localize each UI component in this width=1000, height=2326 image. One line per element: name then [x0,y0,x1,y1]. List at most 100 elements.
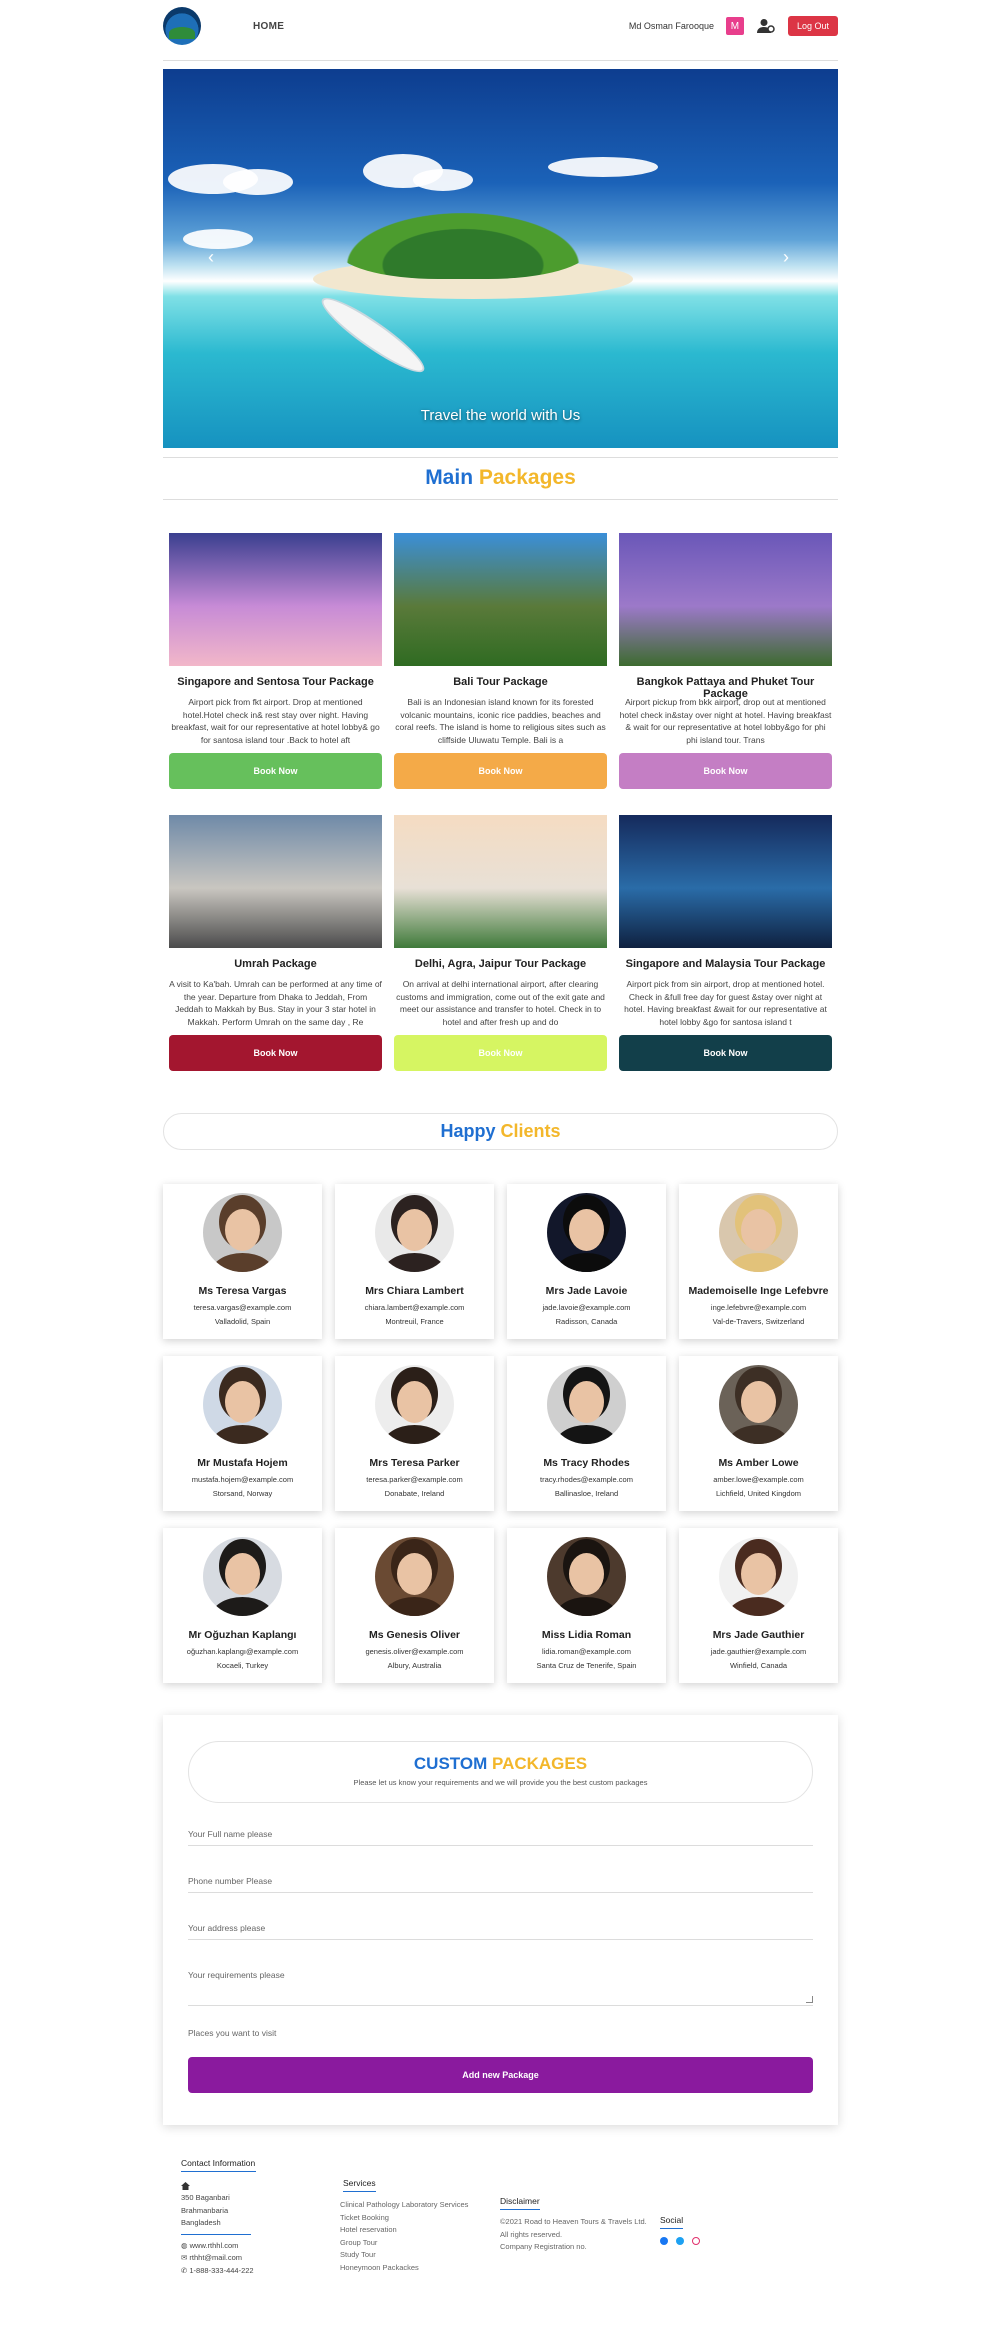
book-now-button[interactable]: Book Now [619,753,832,789]
package-image [169,533,382,666]
client-avatar-body [211,1597,274,1616]
client-avatar-body [727,1425,790,1444]
package-description: Bali is an Indonesian island known for i… [395,697,606,745]
cloud-shape [183,229,253,249]
client-location: Lichfield, United Kingdom [715,1489,802,1498]
client-avatar-face [225,1553,260,1595]
email-link[interactable]: rthht@mail.com [189,2253,242,2262]
resize-handle[interactable] [806,1996,813,2003]
book-now-button[interactable]: Book Now [169,1035,382,1071]
footer-contact: Contact Information 350 Baganbari Brahma… [181,2158,271,2277]
client-avatar-body [383,1425,446,1444]
form-title-part1: CUSTOM [413,1754,488,1773]
logout-button[interactable]: Log Out [787,16,838,36]
client-card: Mrs Chiara Lambert chiara.lambert@example… [335,1184,494,1339]
package-image [619,533,832,666]
package-card: Singapore and Sentosa Tour Package Airpor… [169,533,382,789]
client-email: oğuzhan.kaplangı@example.com [186,1647,299,1656]
package-card: Singapore and Malaysia Tour Package Airpo… [619,815,832,1071]
facebook-icon[interactable] [660,2237,668,2245]
nav-home-link[interactable]: HOME [253,21,284,32]
client-avatar-face [741,1209,776,1251]
website-link[interactable]: www.rthhl.com [190,2241,239,2250]
package-description: A visit to Ka'bah. Umrah can be performe… [169,979,382,1027]
package-description: On arrival at delhi international airpor… [396,979,605,1027]
package-description: Airport pickup from bkk airport, drop ou… [619,697,832,745]
full-name-input[interactable]: Your Full name please [188,1829,813,1846]
carousel-prev-button[interactable]: ‹ [208,247,214,268]
places-input[interactable]: Places you want to visit [188,2028,813,2044]
hero-caption: Travel the world with Us [420,407,581,424]
hero-divider [163,457,838,458]
book-now-button[interactable]: Book Now [394,1035,607,1071]
user-avatar[interactable]: M [725,17,744,35]
client-location: Val-de-Travers, Switzerland [712,1317,805,1326]
email-row: ✉ rthht@mail.com [181,2252,271,2265]
contact-divider [181,2233,251,2235]
client-avatar-face [397,1381,432,1423]
client-avatar-body [727,1253,790,1272]
client-avatar-face [569,1553,604,1595]
social-links [660,2237,720,2245]
client-location: Kocaeli, Turkey [216,1661,269,1670]
address-input[interactable]: Your address please [188,1923,813,1940]
cloud-shape [548,157,658,177]
client-avatar [203,1537,282,1616]
client-avatar-face [741,1381,776,1423]
client-name: Ms Tracy Rhodes [543,1457,630,1469]
package-card: Bali Tour Package Bali is an Indonesian i… [394,533,607,789]
package-title: Bangkok Pattaya and Phuket Tour Package [636,676,815,700]
client-avatar-body [211,1253,274,1272]
service-item[interactable]: Hotel reservation [340,2224,490,2237]
service-item[interactable]: Clinical Pathology Laboratory Services [340,2199,490,2212]
requirements-textarea[interactable]: Your requirements please [188,1970,813,2006]
address-line-1: 350 Baganbari [181,2193,230,2202]
service-item[interactable]: Group Tour [340,2237,490,2250]
book-now-button[interactable]: Book Now [619,1035,832,1071]
client-avatar [547,1537,626,1616]
client-email: jade.gauthier@example.com [710,1647,807,1656]
client-avatar-face [569,1209,604,1251]
package-card: Bangkok Pattaya and Phuket Tour Package A… [619,533,832,789]
service-item[interactable]: Honeymoon Packackes [340,2262,490,2275]
carousel-next-button[interactable]: › [783,247,789,268]
client-avatar [719,1193,798,1272]
add-package-button[interactable]: Add new Package [188,2057,813,2093]
client-avatar [203,1365,282,1444]
twitter-icon[interactable] [676,2237,684,2245]
client-location: Donabate, Ireland [384,1489,445,1498]
client-avatar [547,1193,626,1272]
client-avatar-face [225,1381,260,1423]
client-name: Ms Amber Lowe [718,1457,799,1469]
instagram-icon[interactable] [692,2237,700,2245]
client-card: Mrs Jade Lavoie jade.lavoie@example.com Ra… [507,1184,666,1339]
client-name: Mrs Jade Gauthier [712,1629,805,1641]
client-avatar-face [397,1553,432,1595]
package-card: Delhi, Agra, Jaipur Tour Package On arriv… [394,815,607,1071]
cloud-shape [413,169,473,191]
packages-heading: Main Packages [163,466,838,490]
user-settings-icon[interactable] [756,17,776,35]
website-row: ◍ www.rthhl.com [181,2240,271,2253]
globe-icon: ◍ [181,2240,188,2250]
packages-divider [163,499,838,500]
book-now-button[interactable]: Book Now [169,753,382,789]
client-avatar-face [225,1209,260,1251]
client-name: Mrs Teresa Parker [369,1457,460,1469]
phone-number: 1-888-333-444-222 [189,2265,254,2275]
phone-input[interactable]: Phone number Please [188,1876,813,1893]
footer-disclaimer: Disclaimer ©2021 Road to Heaven Tours & … [500,2196,680,2254]
site-logo[interactable] [163,7,201,45]
footer-services: Services Clinical Pathology Laboratory S… [340,2178,490,2274]
boat-image [317,291,429,379]
client-email: mustafa.hojem@example.com [191,1475,294,1484]
client-email: teresa.parker@example.com [366,1475,463,1484]
client-name: Mrs Jade Lavoie [545,1285,628,1297]
service-item[interactable]: Ticket Booking [340,2212,490,2225]
client-card: Ms Genesis Oliver genesis.oliver@example.… [335,1528,494,1683]
disclaimer-text: ©2021 Road to Heaven Tours & Travels Ltd… [500,2216,680,2254]
book-now-button[interactable]: Book Now [394,753,607,789]
client-card: Ms Teresa Vargas teresa.vargas@example.co… [163,1184,322,1339]
package-title: Delhi, Agra, Jaipur Tour Package [414,958,587,970]
service-item[interactable]: Study Tour [340,2249,490,2262]
